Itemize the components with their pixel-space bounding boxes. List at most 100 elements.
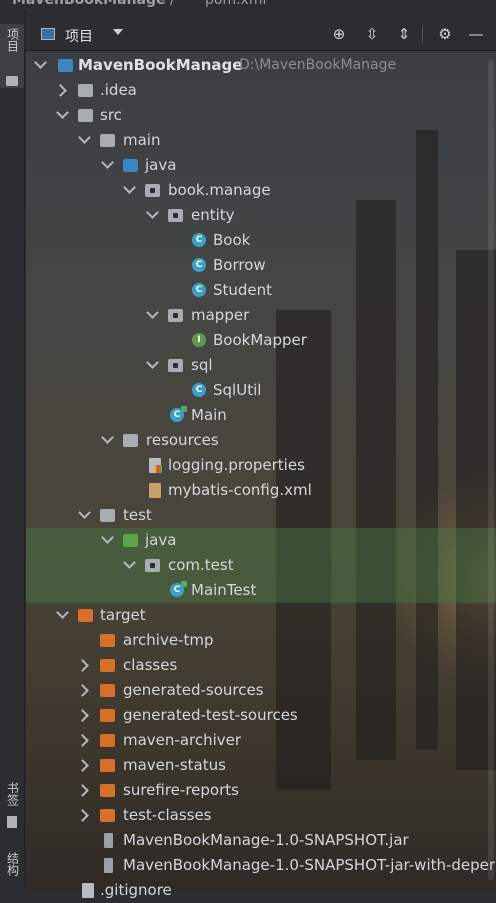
expand-arrow-icon[interactable] (101, 156, 114, 169)
tree-row[interactable]: MavenBookManage-1.0-SNAPSHOT-jar-with-de… (26, 853, 496, 878)
tree-row[interactable]: resources (26, 428, 496, 453)
tree-row-highlighted[interactable]: C MainTest (26, 578, 496, 603)
expand-arrow-icon[interactable] (146, 306, 159, 319)
tree-label: archive-tmp (123, 631, 214, 649)
tree-row[interactable]: mapper (26, 303, 496, 328)
expand-arrow-icon[interactable] (101, 431, 114, 444)
folder-icon (6, 76, 18, 86)
bookmarks-tool-tab[interactable]: 书签 (0, 782, 24, 836)
expand-arrow-icon[interactable] (78, 506, 91, 519)
tree-row[interactable]: book.manage (26, 178, 496, 203)
tree-row[interactable]: test-classes (26, 803, 496, 828)
module-folder-icon (58, 59, 73, 72)
tree-label: src (100, 106, 122, 124)
excluded-folder-icon (100, 684, 115, 697)
folder-icon (78, 84, 93, 97)
tree-row[interactable]: C SqlUtil (26, 378, 496, 403)
package-icon (168, 209, 183, 222)
file-icon (82, 883, 94, 898)
tree-row[interactable]: maven-status (26, 753, 496, 778)
tree-row-highlighted[interactable]: java (26, 528, 496, 553)
tree-row[interactable]: test (26, 503, 496, 528)
tree-row[interactable]: C Student (26, 278, 496, 303)
excluded-folder-icon (100, 659, 115, 672)
tree-label: com.test (168, 556, 234, 574)
locate-icon[interactable]: ⊕ (329, 24, 349, 44)
folder-icon (100, 509, 115, 522)
tree-label: maven-status (123, 756, 226, 774)
expand-arrow-icon[interactable] (123, 556, 136, 569)
tree-label: logging.properties (168, 456, 305, 474)
collapse-arrow-icon[interactable] (76, 659, 89, 672)
tree-row[interactable]: archive-tmp (26, 628, 496, 653)
gear-icon[interactable]: ⚙ (435, 24, 455, 44)
jar-file-icon (104, 833, 113, 848)
tree-row[interactable]: entity (26, 203, 496, 228)
collapse-arrow-icon[interactable] (76, 809, 89, 822)
tree-label: generated-sources (123, 681, 264, 699)
collapse-arrow-icon[interactable] (76, 759, 89, 772)
tree-row[interactable]: I BookMapper (26, 328, 496, 353)
tree-label: maven-archiver (123, 731, 242, 749)
tree-label: MavenBookManage-1.0-SNAPSHOT.jar (123, 831, 409, 849)
minimize-icon[interactable]: — (466, 24, 486, 44)
chevron-down-icon[interactable] (113, 29, 123, 35)
excluded-folder-icon (100, 809, 115, 822)
tree-row[interactable]: C Borrow (26, 253, 496, 278)
source-folder-icon (123, 159, 138, 172)
excluded-folder-icon (100, 784, 115, 797)
title-file[interactable]: pom.xml (205, 0, 266, 8)
tree-row[interactable]: logging.properties (26, 453, 496, 478)
tree-row[interactable]: src (26, 103, 496, 128)
main-class-icon: C (170, 581, 187, 597)
expand-arrow-icon[interactable] (146, 356, 159, 369)
expand-arrow-icon[interactable] (56, 106, 69, 119)
expand-arrow-icon[interactable] (78, 131, 91, 144)
tree-row[interactable]: java (26, 153, 496, 178)
package-icon (168, 309, 183, 322)
structure-tool-tab[interactable]: 结构 (0, 852, 24, 892)
tree-row-root[interactable]: MavenBookManage D:\MavenBookManage (26, 53, 496, 78)
expand-arrow-icon[interactable] (101, 531, 114, 544)
collapse-arrow-icon[interactable] (76, 684, 89, 697)
tree-row[interactable]: mybatis-config.xml (26, 478, 496, 503)
expand-all-icon[interactable]: ⇳ (362, 24, 382, 44)
tree-row[interactable]: surefire-reports (26, 778, 496, 803)
tree-row[interactable]: maven-archiver (26, 728, 496, 753)
tree-row-highlighted[interactable]: com.test (26, 553, 496, 578)
tree-row[interactable]: generated-sources (26, 678, 496, 703)
collapse-arrow-icon[interactable] (54, 84, 67, 97)
tree-row[interactable]: target (26, 603, 496, 628)
expand-arrow-icon[interactable] (34, 56, 47, 69)
collapse-arrow-icon[interactable] (76, 784, 89, 797)
tree-row[interactable]: classes (26, 653, 496, 678)
tree-label: classes (123, 656, 178, 674)
tree-label: target (100, 606, 146, 624)
tree-row[interactable]: .gitignore (26, 878, 496, 903)
collapse-all-icon[interactable]: ⇕ (394, 24, 414, 44)
tree-row[interactable]: C Book (26, 228, 496, 253)
header-divider (422, 26, 423, 42)
expand-arrow-icon[interactable] (146, 206, 159, 219)
collapse-arrow-icon[interactable] (76, 734, 89, 747)
tree-row[interactable]: sql (26, 353, 496, 378)
resources-folder-icon (123, 434, 138, 447)
tree-row[interactable]: .idea (26, 78, 496, 103)
folder-icon (100, 134, 115, 147)
tree-label: test-classes (123, 806, 212, 824)
collapse-arrow-icon[interactable] (76, 709, 89, 722)
vertical-scrollbar[interactable] (488, 60, 494, 880)
expand-arrow-icon[interactable] (56, 606, 69, 619)
tree-label: Book (213, 231, 251, 249)
tree-row[interactable]: main (26, 128, 496, 153)
tree-row[interactable]: C Main (26, 403, 496, 428)
project-tool-tab[interactable]: 项目 (0, 24, 24, 88)
title-project: MavenBookManage (12, 0, 166, 8)
expand-arrow-icon[interactable] (123, 181, 136, 194)
tree-label: main (123, 131, 161, 149)
interface-icon: I (192, 333, 206, 347)
tree-row[interactable]: generated-test-sources (26, 703, 496, 728)
tree-row[interactable]: MavenBookManage-1.0-SNAPSHOT.jar (26, 828, 496, 853)
view-selector-label[interactable]: 项目 (65, 26, 93, 46)
xml-file-icon (149, 483, 161, 498)
